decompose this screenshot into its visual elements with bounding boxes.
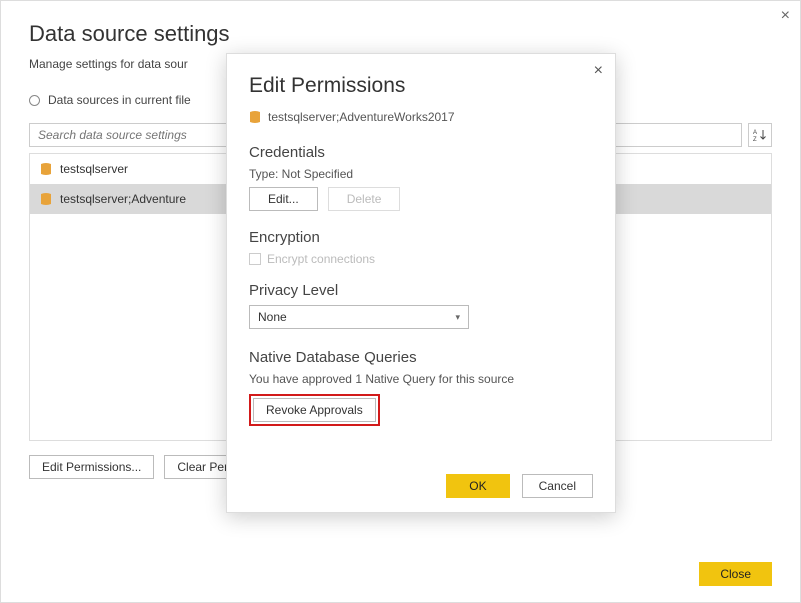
checkbox-icon [249, 253, 261, 265]
revoke-approvals-button[interactable]: Revoke Approvals [253, 398, 376, 422]
radio-icon [29, 95, 40, 106]
dialog-title: Edit Permissions [249, 74, 593, 98]
dialog-entity: testsqlserver;AdventureWorks2017 [249, 110, 593, 124]
chevron-down-icon: ▾ [455, 312, 460, 323]
database-icon [40, 192, 52, 206]
data-source-label: testsqlserver;Adventure [60, 192, 186, 206]
credentials-type: Type: Not Specified [249, 167, 593, 181]
dialog-entity-label: testsqlserver;AdventureWorks2017 [268, 110, 455, 124]
database-icon [40, 162, 52, 176]
dialog-close-icon[interactable]: × [594, 62, 603, 80]
revoke-approvals-highlight: Revoke Approvals [249, 394, 380, 426]
edit-permissions-button[interactable]: Edit Permissions... [29, 455, 154, 479]
ok-button[interactable]: OK [446, 474, 509, 498]
svg-text:A: A [753, 130, 757, 136]
native-queries-note: You have approved 1 Native Query for thi… [249, 372, 593, 386]
close-button[interactable]: Close [699, 562, 772, 586]
encrypt-connections-label: Encrypt connections [267, 252, 375, 266]
scope-radio-label: Data sources in current file [48, 93, 191, 107]
sort-button[interactable]: A Z [748, 123, 772, 147]
data-source-label: testsqlserver [60, 162, 128, 176]
page-title: Data source settings [29, 21, 772, 47]
cancel-button[interactable]: Cancel [522, 474, 593, 498]
credentials-heading: Credentials [249, 144, 593, 161]
delete-credentials-button: Delete [328, 187, 401, 211]
close-icon[interactable]: × [781, 7, 790, 25]
edit-permissions-dialog: × Edit Permissions testsqlserver;Adventu… [226, 53, 616, 513]
encryption-heading: Encryption [249, 229, 593, 246]
native-queries-heading: Native Database Queries [249, 349, 593, 366]
privacy-level-value: None [258, 310, 287, 324]
sort-az-icon: A Z [753, 128, 767, 142]
encrypt-connections-checkbox: Encrypt connections [249, 252, 593, 266]
privacy-level-heading: Privacy Level [249, 282, 593, 299]
privacy-level-select[interactable]: None ▾ [249, 305, 469, 329]
edit-credentials-button[interactable]: Edit... [249, 187, 318, 211]
database-icon [249, 110, 261, 124]
svg-text:Z: Z [753, 137, 757, 142]
